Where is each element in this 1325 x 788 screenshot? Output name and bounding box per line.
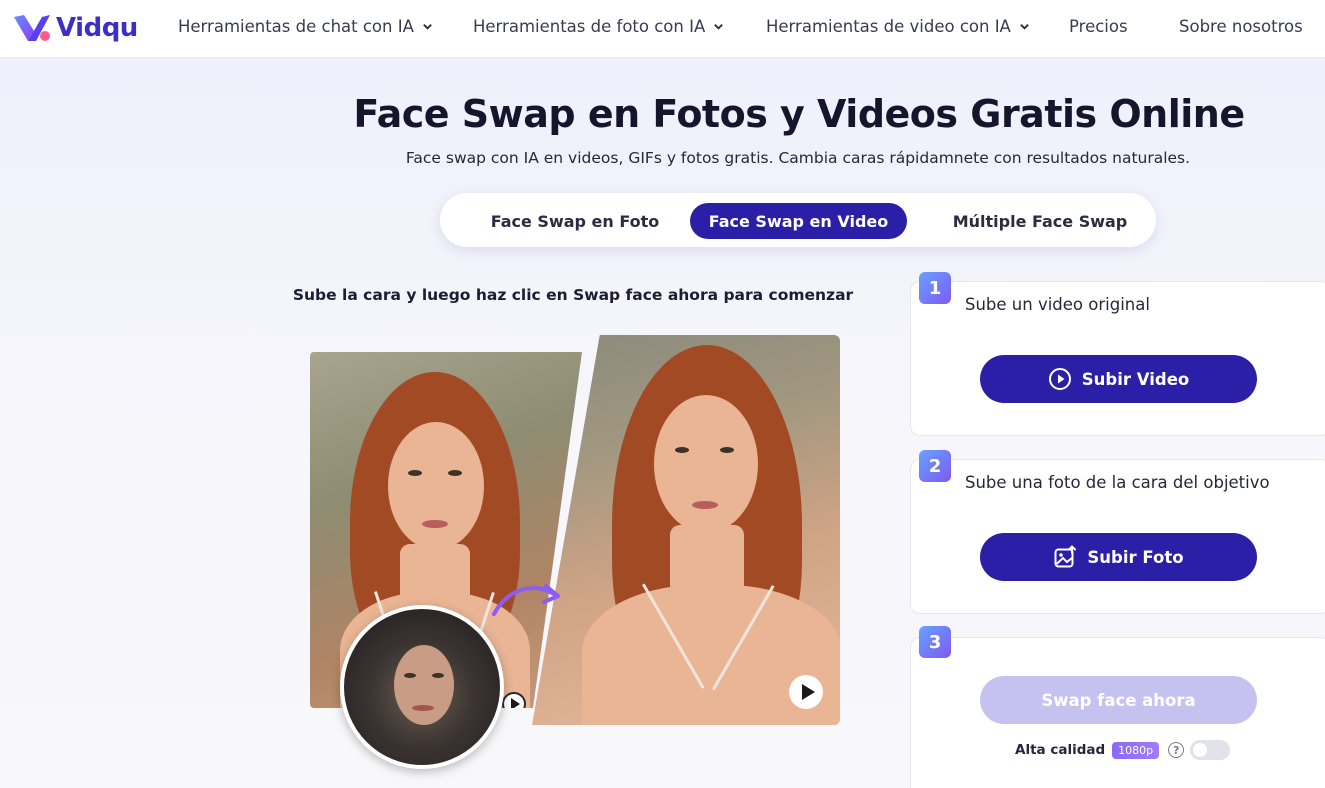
upload-photo-button[interactable]: Subir Foto: [980, 533, 1257, 581]
nav-item-label: Herramientas de video con IA: [766, 17, 1011, 36]
chevron-down-icon: [1020, 24, 1029, 30]
nav-item-pricing[interactable]: Precios: [1069, 17, 1128, 36]
chevron-down-icon: [423, 24, 432, 30]
high-quality-toggle[interactable]: [1190, 740, 1231, 760]
target-face-avatar: [340, 605, 504, 769]
nav-item-about[interactable]: Sobre nosotros: [1179, 17, 1303, 36]
eye-shape: [675, 447, 689, 453]
face-shape: [388, 422, 484, 550]
result-video-thumbnail: [532, 335, 840, 725]
lips-shape: [692, 501, 718, 509]
swap-arrow-icon: [492, 584, 560, 616]
swap-face-button[interactable]: Swap face ahora: [980, 676, 1257, 724]
nav-item-video-tools[interactable]: Herramientas de video con IA: [766, 17, 1030, 36]
lips-shape: [412, 705, 434, 711]
nav-item-label: Herramientas de foto con IA: [473, 17, 706, 36]
upload-photo-label: Subir Foto: [1087, 547, 1184, 567]
eye-shape: [404, 673, 416, 678]
image-upload-icon: [1054, 545, 1077, 568]
page-title: Face Swap en Fotos y Videos Gratis Onlin…: [353, 92, 1245, 136]
nav-item-label: Precios: [1069, 17, 1128, 36]
tab-multiple-face-swap[interactable]: Múltiple Face Swap: [920, 203, 1160, 239]
step-number-badge: 2: [919, 450, 951, 482]
instruction-text: Sube la cara y luego haz clic en Swap fa…: [292, 286, 854, 304]
upload-video-label: Subir Video: [1081, 369, 1190, 389]
nav-item-photo-tools[interactable]: Herramientas de foto con IA: [473, 17, 724, 36]
step-2-label: Sube una foto de la cara del objetivo: [965, 473, 1270, 492]
play-icon: [789, 675, 823, 709]
play-circle-icon: [1048, 368, 1071, 390]
help-icon[interactable]: ?: [1168, 742, 1185, 758]
logo[interactable]: Vidqu: [12, 8, 138, 48]
quality-row: Alta calidad 1080p ?: [1015, 740, 1231, 760]
resolution-badge: 1080p: [1112, 741, 1160, 759]
nav-item-label: Herramientas de chat con IA: [178, 17, 414, 36]
nav-item-chat-tools[interactable]: Herramientas de chat con IA: [178, 17, 433, 36]
vidqu-logo-icon: [14, 15, 50, 41]
chevron-down-icon: [714, 24, 724, 30]
eye-shape: [408, 470, 422, 476]
quality-label: Alta calidad: [1015, 742, 1106, 758]
tab-face-swap-photo[interactable]: Face Swap en Foto: [460, 203, 690, 239]
demo-illustration: [310, 335, 840, 775]
lips-shape: [422, 520, 448, 528]
face-shape: [654, 395, 758, 533]
eye-shape: [448, 470, 462, 476]
brand-name: Vidqu: [56, 13, 138, 43]
step-1-label: Sube un video original: [965, 295, 1150, 314]
upload-video-button[interactable]: Subir Video: [980, 355, 1257, 403]
eye-shape: [432, 673, 444, 678]
top-nav: Vidqu Herramientas de chat con IA Herram…: [0, 0, 1325, 58]
mode-tabs: Face Swap en Foto Face Swap en Video Múl…: [440, 193, 1156, 247]
step-number-badge: 3: [919, 626, 951, 658]
eye-shape: [720, 447, 734, 453]
nav-item-label: Sobre nosotros: [1179, 17, 1303, 36]
page-subtitle: Face swap con IA en videos, GIFs y fotos…: [405, 149, 1191, 167]
tab-face-swap-video[interactable]: Face Swap en Video: [690, 203, 907, 239]
step-number-badge: 1: [919, 272, 951, 304]
face-shape: [394, 645, 454, 725]
